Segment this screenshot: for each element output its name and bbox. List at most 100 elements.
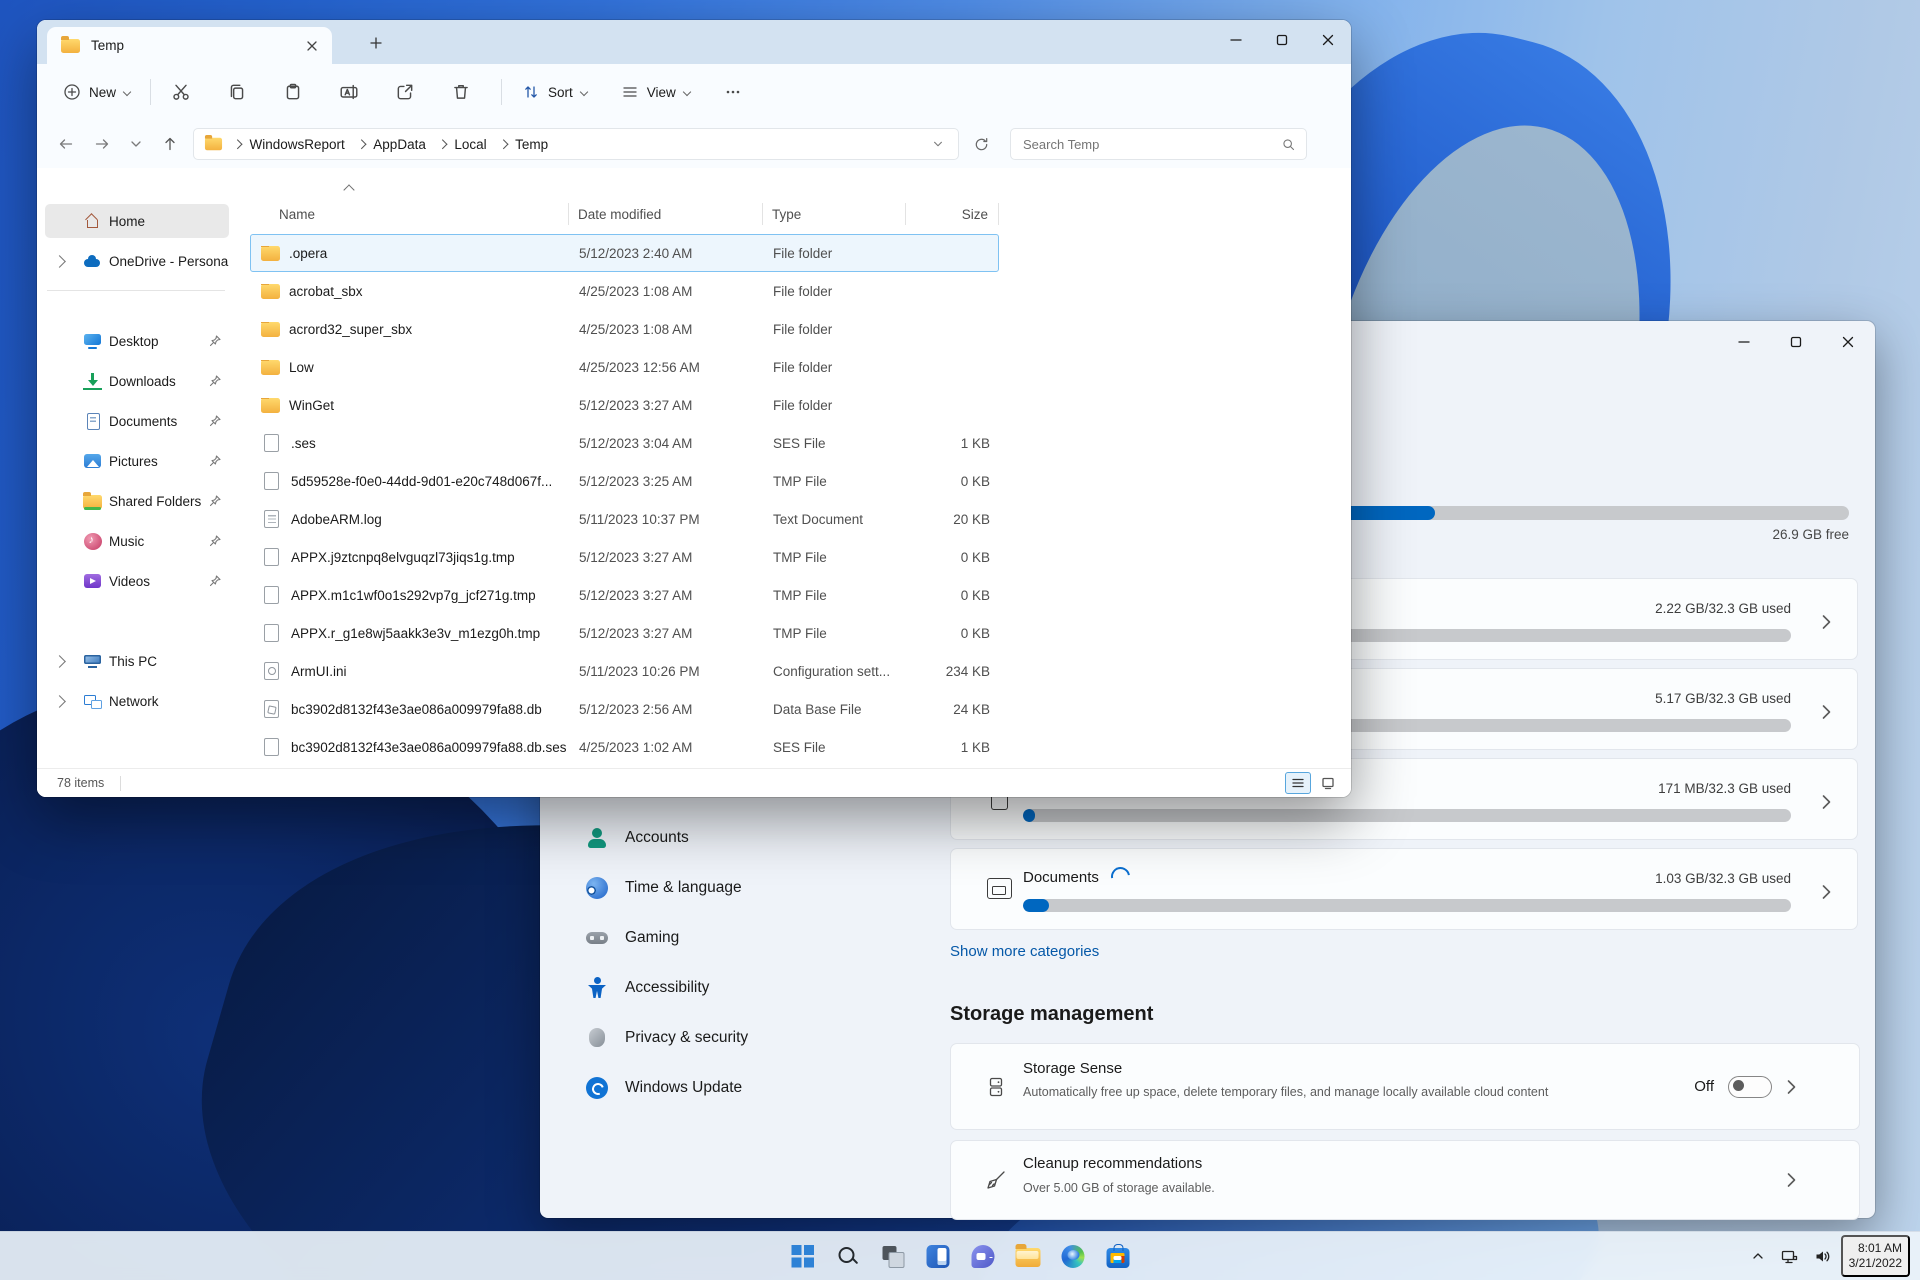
file-row[interactable]: APPX.r_g1e8wj5aakk3e3v_m1ezg0h.tmp 5/12/… [250,614,999,652]
folder-icon [204,134,223,151]
app-icon [880,1244,905,1269]
rename-button[interactable] [331,74,367,110]
file-row[interactable]: ArmUI.ini 5/11/2023 10:26 PM Configurati… [250,652,999,690]
volume-tray-icon[interactable] [1808,1241,1837,1272]
explorer-minimize-button[interactable] [1213,20,1259,60]
task-view-button[interactable] [873,1236,913,1276]
delete-button[interactable] [443,74,479,110]
start-button[interactable] [783,1236,823,1276]
address-dropdown-button[interactable] [928,134,948,154]
file-date-modified: 4/25/2023 1:02 AM [579,739,693,755]
network-tray-icon[interactable] [1775,1241,1804,1272]
file-row[interactable]: bc3902d8132f43e3ae086a009979fa88.db.ses … [250,728,999,766]
file-row[interactable]: acrobat_sbx 4/25/2023 1:08 AM File folde… [250,272,999,310]
address-bar[interactable]: WindowsReport AppData Local Temp [193,128,959,160]
copy-button[interactable] [219,74,255,110]
file-name: acrobat_sbx [289,283,363,299]
file-type-icon [264,662,279,680]
sidebar-item-onedrive[interactable]: OneDrive - Persona [45,244,229,278]
details-view-button[interactable] [1285,772,1311,794]
file-type-icon [264,586,279,604]
breadcrumb-segment[interactable]: Local [437,135,489,154]
file-size: 1 KB [960,739,990,755]
sidebar-item-this-pc[interactable]: This PC [45,644,229,678]
sidebar-item-home[interactable]: Home [45,204,229,238]
large-icons-view-button[interactable] [1315,772,1341,794]
settings-nav-item[interactable]: Windows Update [585,1063,915,1113]
more-options-button[interactable] [716,75,750,109]
breadcrumb-segment[interactable]: Temp [498,135,551,154]
explorer-maximize-button[interactable] [1259,20,1305,60]
view-button[interactable]: View [611,75,700,109]
settings-nav-item[interactable]: Accessibility [585,963,915,1013]
pin-icon [209,535,221,547]
settings-nav-label: Gaming [625,929,680,946]
sidebar-item[interactable]: Desktop [45,324,229,358]
file-row[interactable]: APPX.j9ztcnpq8elvguqzl73jiqs1g.tmp 5/12/… [250,538,999,576]
breadcrumb-segment[interactable]: WindowsReport [232,135,347,154]
tab-temp[interactable]: Temp [47,27,332,64]
chat-button[interactable] [963,1236,1003,1276]
sidebar-item[interactable]: Documents [45,404,229,438]
cleanup-recommendations-card[interactable]: Cleanup recommendations Over 5.00 GB of … [950,1140,1860,1220]
sidebar-item-network[interactable]: Network [45,684,229,718]
forward-button[interactable] [87,129,117,159]
column-header-date-modified[interactable]: Date modified [569,203,763,225]
paste-button[interactable] [275,74,311,110]
sidebar-item[interactable]: Music [45,524,229,558]
command-bar: New Sort View [37,64,1351,120]
column-header-name[interactable]: Name [250,203,569,225]
app-icon [1060,1244,1085,1269]
show-more-categories-link[interactable]: Show more categories [950,943,1099,960]
edge-button[interactable] [1053,1236,1093,1276]
taskbar-search-button[interactable] [828,1236,868,1276]
file-explorer-button[interactable] [1008,1236,1048,1276]
file-row[interactable]: Low 4/25/2023 12:56 AM File folder [250,348,999,386]
cut-button[interactable] [163,74,199,110]
home-icon [83,212,102,230]
sidebar-item[interactable]: Videos [45,564,229,598]
file-row[interactable]: AdobeARM.log 5/11/2023 10:37 PM Text Doc… [250,500,999,538]
settings-nav-item[interactable]: Time & language [585,863,915,913]
file-row[interactable]: APPX.m1c1wf0o1s292vp7g_jcf271g.tmp 5/12/… [250,576,999,614]
recent-locations-button[interactable] [123,131,149,157]
share-button[interactable] [387,74,423,110]
column-header-size[interactable]: Size [906,203,999,225]
sidebar-item-label: OneDrive - Persona [109,253,229,269]
storage-sense-toggle[interactable] [1728,1075,1772,1098]
explorer-close-button[interactable] [1305,20,1351,60]
settings-nav-item[interactable]: Privacy & security [585,1013,915,1063]
new-button[interactable]: New [53,75,140,109]
sidebar-item[interactable]: Pictures [45,444,229,478]
settings-nav-item[interactable]: Accounts [585,813,915,863]
file-row[interactable]: bc3902d8132f43e3ae086a009979fa88.db 5/12… [250,690,999,728]
file-date-modified: 5/12/2023 3:27 AM [579,625,693,641]
search-box[interactable] [1010,128,1307,160]
microsoft-store-button[interactable] [1098,1236,1138,1276]
storage-category-card[interactable]: Documents 1.03 GB/32.3 GB used [950,848,1858,930]
file-row[interactable]: .ses 5/12/2023 3:04 AM SES File 1 KB [250,424,999,462]
new-tab-button[interactable] [365,32,387,54]
back-button[interactable] [51,129,81,159]
taskbar-clock[interactable]: 8:01 AM 3/21/2022 [1840,1235,1910,1277]
widgets-button[interactable] [918,1236,958,1276]
tray-overflow-button[interactable] [1745,1242,1771,1270]
settings-nav-label: Privacy & security [625,1029,749,1046]
tab-close-button[interactable] [302,36,322,56]
file-row[interactable]: .opera 5/12/2023 2:40 AM File folder [250,234,999,272]
storage-sense-card[interactable]: Storage Sense Automatically free up spac… [950,1043,1860,1130]
up-button[interactable] [155,129,185,159]
file-type: File folder [773,359,833,375]
sidebar-item[interactable]: Shared Folders [45,484,229,518]
sidebar-item-label: Home [109,213,146,229]
file-row[interactable]: WinGet 5/12/2023 3:27 AM File folder [250,386,999,424]
breadcrumb-segment[interactable]: AppData [356,135,428,154]
sort-button[interactable]: Sort [512,75,597,109]
file-row[interactable]: acrord32_super_sbx 4/25/2023 1:08 AM Fil… [250,310,999,348]
sidebar-item[interactable]: Downloads [45,364,229,398]
search-input[interactable] [1021,135,1281,153]
file-row[interactable]: 5d59528e-f0e0-44dd-9d01-e20c748d067f... … [250,462,999,500]
refresh-button[interactable] [967,130,996,159]
settings-nav-item[interactable]: Gaming [585,913,915,963]
column-header-type[interactable]: Type [763,203,906,225]
